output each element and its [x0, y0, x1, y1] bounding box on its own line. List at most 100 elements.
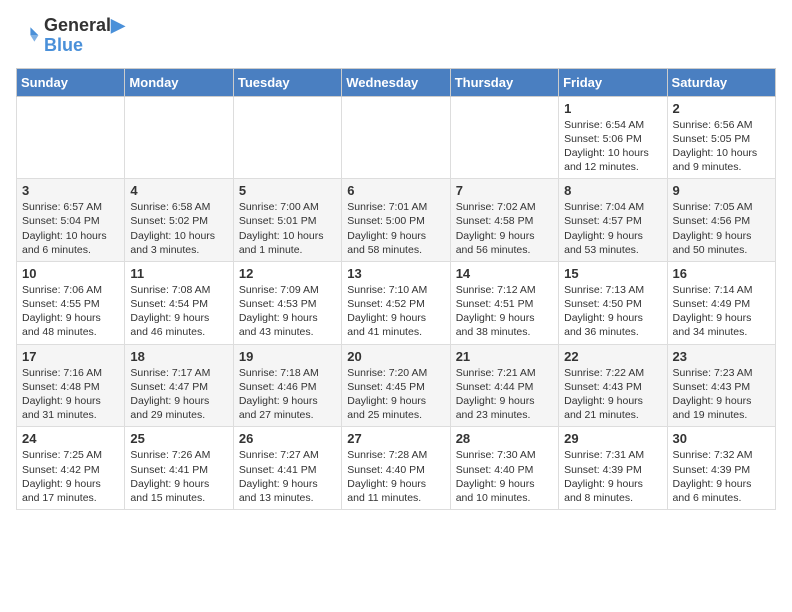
day-info: Sunrise: 7:09 AM Sunset: 4:53 PM Dayligh… — [239, 283, 336, 340]
day-number: 9 — [673, 183, 770, 198]
weekday-header: Saturday — [667, 68, 775, 96]
day-number: 11 — [130, 266, 227, 281]
calendar-cell: 9 Sunrise: 7:05 AM Sunset: 4:56 PM Daylig… — [667, 179, 775, 262]
day-number: 19 — [239, 349, 336, 364]
day-info: Sunrise: 6:56 AM Sunset: 5:05 PM Dayligh… — [673, 118, 770, 175]
calendar-week-row: 17 Sunrise: 7:16 AM Sunset: 4:48 PM Dayli… — [17, 344, 776, 427]
calendar-cell — [125, 96, 233, 179]
day-number: 18 — [130, 349, 227, 364]
day-info: Sunrise: 7:12 AM Sunset: 4:51 PM Dayligh… — [456, 283, 553, 340]
day-number: 28 — [456, 431, 553, 446]
day-info: Sunrise: 7:25 AM Sunset: 4:42 PM Dayligh… — [22, 448, 119, 505]
calendar-cell: 15 Sunrise: 7:13 AM Sunset: 4:50 PM Dayli… — [559, 261, 667, 344]
calendar-cell: 29 Sunrise: 7:31 AM Sunset: 4:39 PM Dayli… — [559, 427, 667, 510]
calendar-header-row: SundayMondayTuesdayWednesdayThursdayFrid… — [17, 68, 776, 96]
calendar-cell: 11 Sunrise: 7:08 AM Sunset: 4:54 PM Dayli… — [125, 261, 233, 344]
day-info: Sunrise: 7:31 AM Sunset: 4:39 PM Dayligh… — [564, 448, 661, 505]
calendar-cell: 4 Sunrise: 6:58 AM Sunset: 5:02 PM Daylig… — [125, 179, 233, 262]
logo-text: General▶ Blue — [44, 16, 125, 56]
day-info: Sunrise: 7:27 AM Sunset: 4:41 PM Dayligh… — [239, 448, 336, 505]
weekday-header: Monday — [125, 68, 233, 96]
day-number: 5 — [239, 183, 336, 198]
day-number: 8 — [564, 183, 661, 198]
day-info: Sunrise: 7:06 AM Sunset: 4:55 PM Dayligh… — [22, 283, 119, 340]
day-number: 17 — [22, 349, 119, 364]
calendar-cell: 30 Sunrise: 7:32 AM Sunset: 4:39 PM Dayli… — [667, 427, 775, 510]
day-info: Sunrise: 7:13 AM Sunset: 4:50 PM Dayligh… — [564, 283, 661, 340]
day-number: 2 — [673, 101, 770, 116]
day-info: Sunrise: 7:26 AM Sunset: 4:41 PM Dayligh… — [130, 448, 227, 505]
logo-icon — [16, 24, 40, 48]
day-info: Sunrise: 7:21 AM Sunset: 4:44 PM Dayligh… — [456, 366, 553, 423]
day-number: 27 — [347, 431, 444, 446]
weekday-header: Sunday — [17, 68, 125, 96]
calendar-cell: 27 Sunrise: 7:28 AM Sunset: 4:40 PM Dayli… — [342, 427, 450, 510]
calendar-cell: 17 Sunrise: 7:16 AM Sunset: 4:48 PM Dayli… — [17, 344, 125, 427]
day-number: 20 — [347, 349, 444, 364]
calendar-cell — [342, 96, 450, 179]
day-number: 1 — [564, 101, 661, 116]
calendar-cell: 25 Sunrise: 7:26 AM Sunset: 4:41 PM Dayli… — [125, 427, 233, 510]
day-info: Sunrise: 7:22 AM Sunset: 4:43 PM Dayligh… — [564, 366, 661, 423]
day-number: 16 — [673, 266, 770, 281]
weekday-header: Thursday — [450, 68, 558, 96]
day-number: 6 — [347, 183, 444, 198]
calendar-week-row: 1Sunrise: 6:54 AM Sunset: 5:06 PM Daylig… — [17, 96, 776, 179]
calendar-cell: 23 Sunrise: 7:23 AM Sunset: 4:43 PM Dayli… — [667, 344, 775, 427]
day-info: Sunrise: 7:20 AM Sunset: 4:45 PM Dayligh… — [347, 366, 444, 423]
calendar-cell: 14 Sunrise: 7:12 AM Sunset: 4:51 PM Dayli… — [450, 261, 558, 344]
day-number: 21 — [456, 349, 553, 364]
day-info: Sunrise: 7:16 AM Sunset: 4:48 PM Dayligh… — [22, 366, 119, 423]
day-number: 10 — [22, 266, 119, 281]
weekday-header: Tuesday — [233, 68, 341, 96]
calendar-cell: 20 Sunrise: 7:20 AM Sunset: 4:45 PM Dayli… — [342, 344, 450, 427]
calendar-week-row: 24Sunrise: 7:25 AM Sunset: 4:42 PM Dayli… — [17, 427, 776, 510]
day-info: Sunrise: 7:10 AM Sunset: 4:52 PM Dayligh… — [347, 283, 444, 340]
calendar-cell: 1Sunrise: 6:54 AM Sunset: 5:06 PM Daylig… — [559, 96, 667, 179]
calendar-cell: 13 Sunrise: 7:10 AM Sunset: 4:52 PM Dayli… — [342, 261, 450, 344]
calendar-cell: 8 Sunrise: 7:04 AM Sunset: 4:57 PM Daylig… — [559, 179, 667, 262]
day-number: 14 — [456, 266, 553, 281]
calendar-cell — [17, 96, 125, 179]
day-info: Sunrise: 7:32 AM Sunset: 4:39 PM Dayligh… — [673, 448, 770, 505]
calendar-cell: 26 Sunrise: 7:27 AM Sunset: 4:41 PM Dayli… — [233, 427, 341, 510]
calendar-cell: 7Sunrise: 7:02 AM Sunset: 4:58 PM Daylig… — [450, 179, 558, 262]
day-number: 4 — [130, 183, 227, 198]
day-info: Sunrise: 7:17 AM Sunset: 4:47 PM Dayligh… — [130, 366, 227, 423]
day-number: 26 — [239, 431, 336, 446]
calendar-cell: 3Sunrise: 6:57 AM Sunset: 5:04 PM Daylig… — [17, 179, 125, 262]
day-number: 29 — [564, 431, 661, 446]
day-info: Sunrise: 7:23 AM Sunset: 4:43 PM Dayligh… — [673, 366, 770, 423]
calendar-cell: 10 Sunrise: 7:06 AM Sunset: 4:55 PM Dayli… — [17, 261, 125, 344]
day-number: 15 — [564, 266, 661, 281]
page-header: General▶ Blue — [16, 16, 776, 56]
day-number: 13 — [347, 266, 444, 281]
calendar-table: SundayMondayTuesdayWednesdayThursdayFrid… — [16, 68, 776, 510]
day-info: Sunrise: 7:05 AM Sunset: 4:56 PM Dayligh… — [673, 200, 770, 257]
calendar-cell — [450, 96, 558, 179]
calendar-cell: 24Sunrise: 7:25 AM Sunset: 4:42 PM Dayli… — [17, 427, 125, 510]
day-info: Sunrise: 6:57 AM Sunset: 5:04 PM Dayligh… — [22, 200, 119, 257]
day-info: Sunrise: 7:04 AM Sunset: 4:57 PM Dayligh… — [564, 200, 661, 257]
day-info: Sunrise: 7:02 AM Sunset: 4:58 PM Dayligh… — [456, 200, 553, 257]
calendar-cell: 19 Sunrise: 7:18 AM Sunset: 4:46 PM Dayli… — [233, 344, 341, 427]
day-info: Sunrise: 7:30 AM Sunset: 4:40 PM Dayligh… — [456, 448, 553, 505]
calendar-cell: 28 Sunrise: 7:30 AM Sunset: 4:40 PM Dayli… — [450, 427, 558, 510]
calendar-cell — [233, 96, 341, 179]
calendar-cell: 16 Sunrise: 7:14 AM Sunset: 4:49 PM Dayli… — [667, 261, 775, 344]
day-number: 12 — [239, 266, 336, 281]
day-info: Sunrise: 7:18 AM Sunset: 4:46 PM Dayligh… — [239, 366, 336, 423]
day-info: Sunrise: 7:14 AM Sunset: 4:49 PM Dayligh… — [673, 283, 770, 340]
day-info: Sunrise: 7:08 AM Sunset: 4:54 PM Dayligh… — [130, 283, 227, 340]
weekday-header: Wednesday — [342, 68, 450, 96]
day-number: 30 — [673, 431, 770, 446]
day-info: Sunrise: 6:58 AM Sunset: 5:02 PM Dayligh… — [130, 200, 227, 257]
day-number: 25 — [130, 431, 227, 446]
calendar-cell: 5Sunrise: 7:00 AM Sunset: 5:01 PM Daylig… — [233, 179, 341, 262]
day-number: 22 — [564, 349, 661, 364]
day-info: Sunrise: 7:28 AM Sunset: 4:40 PM Dayligh… — [347, 448, 444, 505]
calendar-cell: 2 Sunrise: 6:56 AM Sunset: 5:05 PM Daylig… — [667, 96, 775, 179]
day-number: 23 — [673, 349, 770, 364]
calendar-cell: 6 Sunrise: 7:01 AM Sunset: 5:00 PM Daylig… — [342, 179, 450, 262]
day-info: Sunrise: 7:01 AM Sunset: 5:00 PM Dayligh… — [347, 200, 444, 257]
